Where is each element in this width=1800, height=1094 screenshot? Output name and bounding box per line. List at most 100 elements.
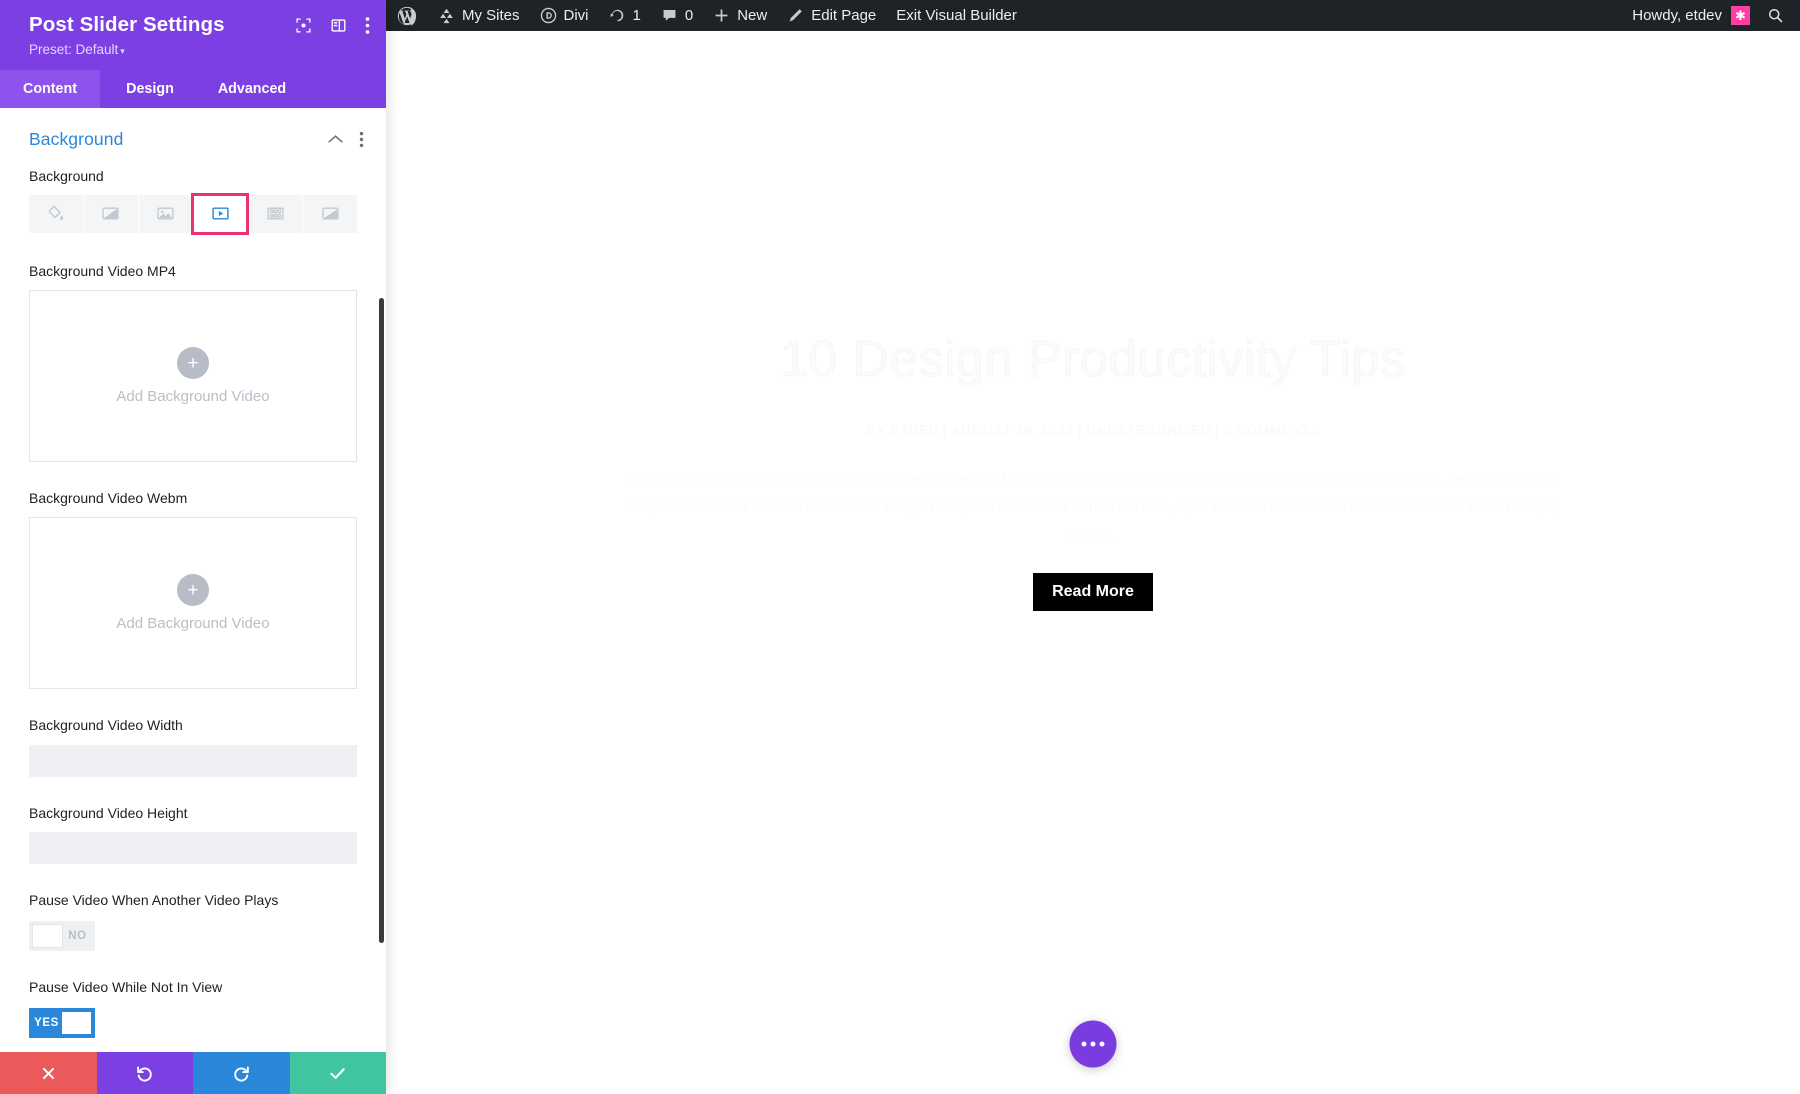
- redo-button[interactable]: [193, 1052, 290, 1094]
- background-video-height-field: Background Video Height: [0, 803, 386, 890]
- divi-icon: [540, 7, 556, 24]
- cancel-button[interactable]: [0, 1052, 97, 1094]
- background-video-width-input[interactable]: [29, 744, 357, 777]
- pause-notinview-state: YES: [34, 1017, 59, 1030]
- pause-other-toggle[interactable]: NO: [29, 921, 95, 952]
- plus-icon: +: [177, 347, 209, 380]
- plus-icon: +: [177, 574, 209, 607]
- video-play-icon: [212, 207, 229, 220]
- howdy-label: Howdy, etdev: [1632, 7, 1722, 24]
- preset-label: Preset: Default: [29, 41, 119, 57]
- mp4-label: Background Video MP4: [29, 262, 176, 279]
- post-slider-settings-panel: Post Slider Settings Preset: Default ▾ C…: [0, 0, 386, 1094]
- background-video-height-input[interactable]: [29, 832, 357, 865]
- panel-scrollbar-track[interactable]: [377, 108, 386, 1052]
- wordpress-logo-icon: [397, 6, 417, 26]
- save-button[interactable]: [289, 1052, 386, 1094]
- pause-other-state: NO: [68, 930, 87, 943]
- new-label: New: [737, 7, 768, 24]
- slide-title: 10 Design Productivity Tips: [780, 330, 1406, 387]
- admin-bar-divi[interactable]: Divi: [530, 0, 599, 31]
- vertical-dots-icon[interactable]: [365, 16, 370, 35]
- panel-scroll-area: Background Background Background Video M…: [0, 107, 386, 1052]
- toggle-knob: [61, 1011, 92, 1036]
- background-option-image[interactable]: [138, 194, 193, 233]
- visual-builder-canvas: 10 Design Productivity Tips BY ETDEV | A…: [386, 31, 1800, 1094]
- background-option-pattern[interactable]: [248, 194, 303, 233]
- background-field-label: Background: [29, 167, 104, 184]
- undo-icon: [137, 1065, 152, 1081]
- admin-bar-account[interactable]: Howdy, etdev ✱: [1622, 6, 1759, 25]
- search-icon: [1768, 8, 1783, 23]
- background-type-options: [29, 192, 357, 235]
- admin-bar-search-button[interactable]: [1759, 7, 1800, 24]
- section-title: Background: [29, 128, 124, 149]
- close-x-icon: [42, 1067, 54, 1079]
- background-type-field: Background: [0, 166, 386, 235]
- width-label: Background Video Width: [29, 717, 183, 734]
- page-settings-fab-button[interactable]: [1069, 1020, 1117, 1068]
- undo-button[interactable]: [96, 1052, 193, 1094]
- background-section-header: Background: [0, 108, 386, 166]
- admin-bar-exit-visual-builder[interactable]: Exit Visual Builder: [886, 0, 1027, 31]
- my-sites-icon: [440, 8, 453, 24]
- panel-header: Post Slider Settings Preset: Default ▾: [0, 0, 386, 70]
- pause-notinview-label: Pause Video While Not In View: [29, 979, 223, 996]
- mask-icon: [321, 207, 339, 220]
- background-option-mask[interactable]: [303, 194, 357, 233]
- updates-count: 1: [632, 7, 641, 24]
- mp4-upload-dropzone[interactable]: + Add Background Video: [29, 290, 357, 463]
- admin-bar-updates[interactable]: 1: [599, 0, 651, 31]
- post-slider-module[interactable]: 10 Design Productivity Tips BY ETDEV | A…: [386, 31, 1800, 611]
- tab-advanced[interactable]: Advanced: [200, 70, 304, 108]
- mp4-upload-text: Add Background Video: [116, 388, 270, 406]
- height-label: Background Video Height: [29, 804, 188, 821]
- updates-icon: [610, 9, 623, 22]
- panel-tabs: Content Design Advanced: [0, 69, 386, 108]
- paint-bucket-icon: [49, 205, 64, 221]
- admin-bar-my-sites[interactable]: My Sites: [428, 0, 530, 31]
- panel-scrollbar-thumb[interactable]: [379, 297, 384, 943]
- background-video-webm-field: Background Video Webm + Add Background V…: [0, 488, 386, 690]
- wp-logo-button[interactable]: [386, 0, 428, 31]
- vertical-dots-icon[interactable]: [359, 131, 364, 148]
- background-option-color[interactable]: [29, 194, 83, 233]
- wp-admin-bar: My Sites Divi 1 0 New Edit Page Exit Vis…: [386, 0, 1800, 31]
- my-sites-label: My Sites: [462, 7, 520, 24]
- comments-icon: [663, 10, 676, 21]
- divi-label: Divi: [563, 7, 589, 24]
- preset-selector[interactable]: Preset: Default ▾: [29, 42, 125, 57]
- ellipsis-icon: [1081, 1041, 1105, 1047]
- panel-header-actions: [295, 13, 370, 35]
- read-more-button[interactable]: Read More: [1033, 572, 1153, 611]
- background-video-mp4-field: Background Video MP4 + Add Background Vi…: [0, 261, 386, 463]
- admin-bar-edit-page[interactable]: Edit Page: [777, 0, 886, 31]
- exit-visual-builder-label: Exit Visual Builder: [896, 7, 1017, 24]
- webm-upload-dropzone[interactable]: + Add Background Video: [29, 517, 357, 690]
- gradient-icon: [102, 207, 119, 220]
- tab-content[interactable]: Content: [0, 69, 100, 108]
- chevron-down-icon: ▾: [120, 45, 125, 56]
- pattern-icon: [267, 207, 284, 220]
- pause-video-not-in-view-field: Pause Video While Not In View YES: [0, 977, 386, 1052]
- background-option-video[interactable]: [191, 192, 250, 235]
- checkmark-icon: [330, 1067, 345, 1079]
- admin-bar-new[interactable]: New: [703, 0, 777, 31]
- chevron-up-icon[interactable]: [328, 134, 343, 144]
- edit-page-label: Edit Page: [811, 7, 877, 24]
- admin-bar-comments[interactable]: 0: [651, 0, 703, 31]
- avatar: ✱: [1731, 6, 1750, 25]
- webm-upload-text: Add Background Video: [116, 615, 270, 633]
- focus-target-icon[interactable]: [295, 17, 312, 34]
- webm-label: Background Video Webm: [29, 490, 188, 507]
- tab-design[interactable]: Design: [100, 70, 200, 108]
- plus-icon: [715, 9, 728, 22]
- background-option-gradient[interactable]: [83, 194, 138, 233]
- image-icon: [157, 207, 174, 220]
- toggle-knob: [32, 924, 63, 949]
- pause-notinview-toggle[interactable]: YES: [29, 1008, 95, 1039]
- redo-icon: [234, 1065, 249, 1081]
- panel-title: Post Slider Settings: [29, 13, 225, 36]
- layout-columns-icon[interactable]: [330, 17, 347, 34]
- slide-body-text: The standard Lorem Ipsum passage, used s…: [625, 471, 1561, 544]
